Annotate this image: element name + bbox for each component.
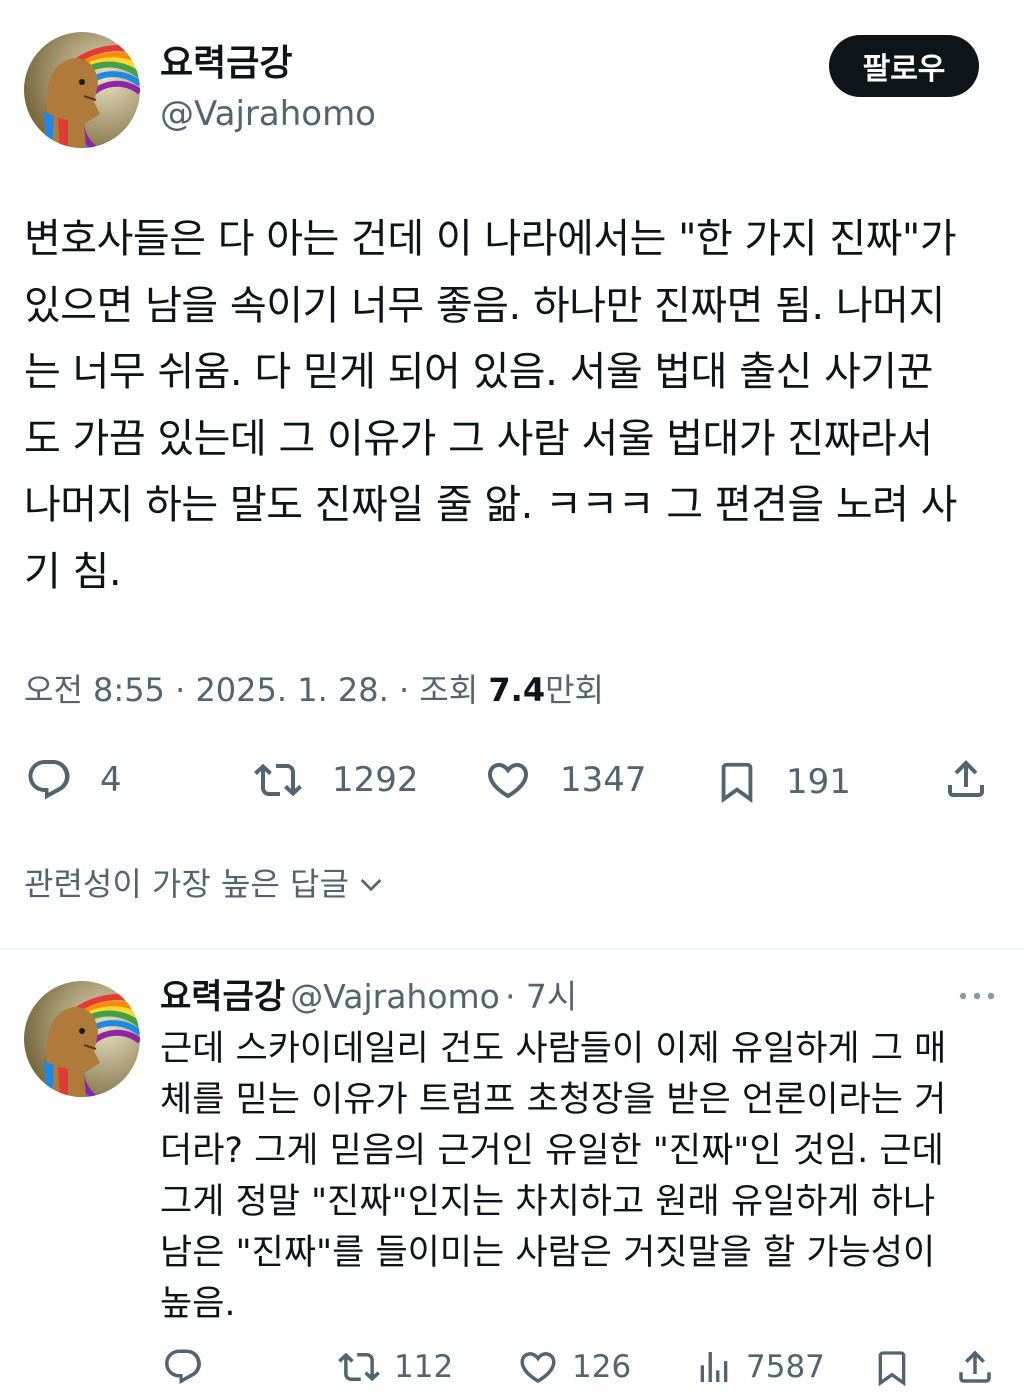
retweet-icon xyxy=(338,1352,380,1382)
bookmark-count: 191 xyxy=(786,762,851,802)
share-icon xyxy=(959,1350,991,1383)
retweet-button[interactable]: 1292 xyxy=(250,756,419,804)
follow-button[interactable]: 팔로우 xyxy=(829,35,979,97)
retweet-count: 1292 xyxy=(332,760,419,800)
tweet-meta: 오전 8:55 · 2025. 1. 28. · 조회 7.4만회 xyxy=(24,668,604,712)
bookmark-button[interactable]: 191 xyxy=(714,756,851,808)
avatar-image xyxy=(24,32,140,148)
reply-like-button[interactable]: 126 xyxy=(516,1346,631,1388)
reply-button[interactable]: 4 xyxy=(24,756,122,804)
tweet-date[interactable]: 2025. 1. 28. xyxy=(195,671,388,709)
reply-text-line: 더라? 그게 믿음의 근거인 유일한 "진짜"인 것임. 근데 xyxy=(160,1131,944,1171)
reply-text: 근데 스카이데일리 건도 사람들이 이제 유일하게 그 매 체를 믿는 이유가 … xyxy=(160,1024,1000,1330)
heart-icon xyxy=(487,763,529,799)
reply-author-avatar[interactable] xyxy=(24,981,140,1097)
reply-views-count: 7587 xyxy=(746,1349,825,1385)
reply-icon xyxy=(165,1349,201,1384)
tweet-text-line: 변호사들은 다 아는 건데 이 나라에서는 "한 가지 진짜"가 xyxy=(24,216,957,262)
reply-share-button[interactable] xyxy=(954,1346,996,1388)
reply-time[interactable]: · 7시 xyxy=(505,977,577,1016)
retweet-icon xyxy=(254,763,302,797)
section-divider xyxy=(0,948,1024,950)
reply-text-line: 높음. xyxy=(160,1284,236,1324)
chevron-down-icon xyxy=(360,879,382,892)
views-icon xyxy=(700,1352,728,1382)
bookmark-icon xyxy=(721,762,753,803)
share-button[interactable] xyxy=(942,754,990,804)
tweet-text-line: 기 침. xyxy=(24,548,122,595)
tweet-text-line: 나머지 하는 말도 진짜일 줄 앎. ㅋㅋㅋ 그 편견을 노려 사 xyxy=(24,482,957,528)
bookmark-icon xyxy=(878,1351,906,1387)
views-unit: 만회 xyxy=(545,671,604,709)
tweet-text: 변호사들은 다 아는 건데 이 나라에서는 "한 가지 진짜"가 있으면 남을 … xyxy=(24,206,1004,605)
like-count: 1347 xyxy=(560,760,647,800)
more-options-icon[interactable] xyxy=(957,984,997,1008)
reply-text-line: 체를 믿는 이유가 트럼프 초청장을 받은 언론이라는 거 xyxy=(160,1080,947,1120)
reply-bookmark-button[interactable] xyxy=(872,1346,912,1390)
tweet-text-line: 는 너무 쉬움. 다 믿게 되어 있음. 서울 법대 출신 사기꾼 xyxy=(24,349,933,395)
meta-separator: · xyxy=(398,671,410,709)
reply-text-line: 남은 "진짜"를 들이미는 사람은 거짓말을 할 가능성이 xyxy=(160,1233,936,1273)
replies-sort-toggle[interactable]: 관련성이 가장 높은 답글 xyxy=(24,862,387,906)
author-avatar[interactable] xyxy=(24,32,140,148)
views-label: 조회 xyxy=(419,671,479,709)
share-icon xyxy=(948,760,984,797)
author-handle[interactable]: @Vajrahomo xyxy=(160,92,376,136)
meta-separator: · xyxy=(175,671,186,709)
reply-author-handle[interactable]: @Vajrahomo xyxy=(290,977,500,1016)
reply-text-line: 그게 정말 "진짜"인지는 차치하고 원래 유일하게 하나 xyxy=(160,1182,936,1222)
reply-icon xyxy=(28,760,70,800)
reply-header: 요력금강 @Vajrahomo · 7시 xyxy=(160,975,577,1025)
heart-icon xyxy=(520,1352,556,1384)
reply-author-name[interactable]: 요력금강 xyxy=(160,977,285,1017)
replies-sort-label: 관련성이 가장 높은 답글 xyxy=(24,865,349,903)
views-value[interactable]: 7.4 xyxy=(488,671,545,709)
like-button[interactable]: 1347 xyxy=(482,756,647,804)
reply-text-line: 근데 스카이데일리 건도 사람들이 이제 유일하게 그 매 xyxy=(160,1029,947,1069)
avatar-image xyxy=(24,981,140,1097)
tweet-time[interactable]: 오전 8:55 xyxy=(24,671,165,709)
tweet-text-line: 있으면 남을 속이기 너무 좋음. 하나만 진짜면 됨. 나머지 xyxy=(24,282,945,329)
author-display-name[interactable]: 요력금강 xyxy=(160,42,292,86)
tweet-text-line: 도 가끔 있는데 그 이유가 그 사람 서울 법대가 진짜라서 xyxy=(24,415,933,462)
reply-retweet-button[interactable]: 112 xyxy=(336,1346,453,1388)
reply-reply-button[interactable] xyxy=(162,1346,204,1388)
reply-views-button[interactable]: 7587 xyxy=(694,1346,825,1388)
reply-like-count: 126 xyxy=(572,1349,632,1385)
reply-retweet-count: 112 xyxy=(394,1349,454,1385)
reply-count: 4 xyxy=(100,760,122,800)
